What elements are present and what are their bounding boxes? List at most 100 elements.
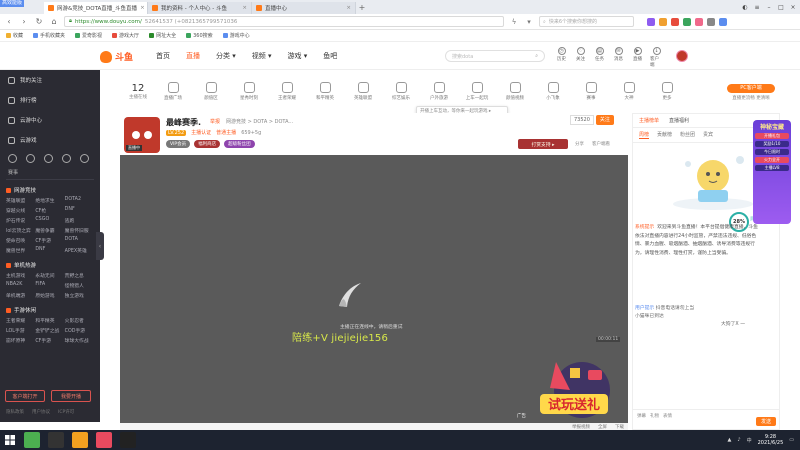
sidebar-link[interactable]: CSGO bbox=[35, 217, 64, 224]
tab-contribution[interactable]: 贡献榜 bbox=[657, 131, 672, 139]
sidebar-link[interactable]: DNF bbox=[65, 207, 94, 214]
extension-icon[interactable] bbox=[695, 17, 703, 26]
floating-promo[interactable]: 神秘宝藏 开播礼包 奖励1/10 今日限时 火力全开 主播LV8 bbox=[753, 120, 791, 224]
sidebar-link[interactable]: NBA2K bbox=[6, 282, 35, 289]
douyu-logo[interactable]: 斗鱼 bbox=[100, 50, 133, 63]
fan-club-tag[interactable]: 超级粉丝团 bbox=[224, 140, 255, 148]
category-item[interactable]: 直播广场 bbox=[156, 81, 190, 101]
shield-icon[interactable] bbox=[44, 154, 53, 163]
browser-app-icon[interactable] bbox=[24, 432, 40, 448]
tab-vip[interactable]: 贵宾 bbox=[703, 131, 713, 139]
network-icon[interactable]: ▲ bbox=[728, 437, 732, 443]
category-item[interactable]: 颜值区 bbox=[194, 81, 228, 101]
download-button[interactable]: 下载 bbox=[615, 424, 624, 430]
minimize-icon[interactable]: – bbox=[764, 2, 774, 12]
sidebar-link[interactable]: 崩坏原神 bbox=[6, 337, 35, 344]
category-item[interactable]: 综艺娱乐 bbox=[384, 81, 418, 101]
clock[interactable]: 9:28 2021/6/25 bbox=[758, 434, 784, 446]
sidebar-link[interactable]: DOTA2 bbox=[65, 197, 94, 204]
sidebar-link[interactable]: APEX英雄 bbox=[65, 247, 94, 254]
close-icon[interactable]: × bbox=[346, 5, 351, 11]
category-item[interactable]: 户外旅游 bbox=[422, 81, 456, 101]
trophy-icon[interactable] bbox=[8, 154, 17, 163]
pc-client-button[interactable]: PC客户端 bbox=[727, 84, 775, 93]
nav-live[interactable]: 直播 bbox=[186, 51, 200, 61]
sidebar-link[interactable]: 单机端游 bbox=[6, 292, 35, 299]
sidebar-link[interactable]: 独立游戏 bbox=[65, 292, 94, 299]
start-stream-button[interactable]: 我要开播 bbox=[51, 390, 91, 402]
sidebar-link[interactable]: 魔兽世界 bbox=[6, 247, 35, 254]
sidebar-link[interactable]: 英雄联盟 bbox=[6, 197, 35, 204]
tab-week[interactable]: 周榜 bbox=[639, 131, 650, 139]
sidebar-item-rank[interactable]: 排行榜 bbox=[0, 90, 100, 110]
category-item[interactable]: 星秀时刻 bbox=[232, 81, 266, 101]
sidebar-item-cloud-center[interactable]: 云游中心 bbox=[0, 110, 100, 130]
dropdown-icon[interactable]: ▾ bbox=[524, 17, 534, 27]
sidebar-link[interactable]: 火影忍者 bbox=[65, 317, 94, 324]
promo-row[interactable]: 今日限时 bbox=[755, 149, 789, 155]
download-icon[interactable]: ↓ 客户端 bbox=[650, 47, 663, 68]
home-icon[interactable]: ⌂ bbox=[49, 17, 59, 26]
gift-support-button[interactable]: 打赏支持 ▸ bbox=[518, 139, 568, 149]
esports-icon[interactable] bbox=[26, 154, 35, 163]
bookmark-item[interactable]: 网址大全 bbox=[149, 32, 176, 39]
follow-icon[interactable]: ♡ 关注 bbox=[574, 47, 587, 68]
ad-promo-banner[interactable]: 试玩送礼 bbox=[520, 350, 626, 420]
vip-tag[interactable]: VIP会员 bbox=[166, 140, 191, 148]
message-icon[interactable]: ✉ 消息 bbox=[612, 47, 625, 68]
sidebar-link[interactable]: FIFA bbox=[35, 282, 64, 289]
sidebar-link[interactable]: 逃跑 bbox=[65, 217, 94, 224]
client-watch-button[interactable]: 客户端看 bbox=[592, 141, 610, 147]
sword-icon[interactable] bbox=[80, 154, 89, 163]
room-category[interactable]: 网游竞技 > DOTA > DOTA... bbox=[226, 118, 293, 125]
bookmark-item[interactable]: 360搜索 bbox=[186, 32, 213, 39]
promo-row[interactable]: 开播礼包 bbox=[755, 133, 789, 139]
danmaku-button[interactable]: 弹幕 bbox=[637, 413, 646, 419]
douyu-app-icon[interactable] bbox=[72, 432, 88, 448]
maximize-icon[interactable]: □ bbox=[776, 2, 786, 12]
streamer-avatar[interactable]: 直播中 bbox=[124, 117, 160, 153]
sidebar-link[interactable]: 穿越火线 bbox=[6, 207, 35, 214]
bookmark-item[interactable]: 游戏中心 bbox=[222, 32, 250, 39]
back-icon[interactable]: ‹ bbox=[4, 17, 14, 26]
sidebar-link[interactable]: 王者荣耀 bbox=[6, 317, 35, 324]
nav-yuba[interactable]: 鱼吧 bbox=[323, 51, 337, 61]
menu-icon[interactable]: ≡ bbox=[752, 2, 762, 12]
sidebar-link[interactable]: 炉石传说 bbox=[6, 217, 35, 224]
tab-fans[interactable]: 粉丝团 bbox=[680, 131, 695, 139]
extension-icon[interactable] bbox=[707, 17, 715, 26]
send-button[interactable]: 发送 bbox=[755, 417, 776, 426]
sidebar-link[interactable]: COD手游 bbox=[65, 327, 94, 334]
site-search-input[interactable]: 搜索dota ⌕ bbox=[445, 50, 545, 62]
bookmark-item[interactable]: 手机收藏夹 bbox=[33, 32, 65, 39]
sidebar-link[interactable]: CF手游 bbox=[35, 337, 64, 344]
sidebar-link[interactable]: 荒野之息 bbox=[65, 272, 94, 279]
category-item[interactable]: 颜值视频 bbox=[498, 81, 532, 101]
nav-video[interactable]: 视频 ▾ bbox=[252, 51, 272, 61]
nav-home[interactable]: 首页 bbox=[156, 51, 170, 61]
music-app-icon[interactable] bbox=[96, 432, 112, 448]
category-item[interactable]: 大神 bbox=[612, 81, 646, 101]
extension-icon[interactable] bbox=[659, 17, 667, 26]
volume-icon[interactable]: ♪ bbox=[737, 437, 740, 443]
sidebar-collapse-handle[interactable]: ‹ bbox=[96, 232, 104, 260]
close-window-icon[interactable]: × bbox=[788, 2, 798, 12]
user-avatar[interactable] bbox=[676, 50, 688, 62]
search-icon[interactable]: ⌕ bbox=[535, 53, 538, 59]
sidebar-link[interactable]: 使命召唤 bbox=[6, 237, 35, 244]
sidebar-link[interactable]: lol云顶之弈 bbox=[6, 227, 35, 234]
video-player[interactable]: 主播正在连线中，请稍后重试 陪练+V jiejiejie156 00:00:11… bbox=[120, 155, 628, 423]
extension-icon[interactable] bbox=[647, 17, 655, 26]
sidebar-link[interactable]: 怪物猎人 bbox=[65, 282, 94, 289]
sidebar-link[interactable]: 永劫无间 bbox=[35, 272, 64, 279]
footer-link[interactable]: ICP许可 bbox=[58, 409, 74, 415]
footer-link[interactable]: 用户协议 bbox=[32, 409, 50, 415]
report-video-button[interactable]: 举报视频 bbox=[572, 424, 590, 430]
notification-icon[interactable]: ▭ bbox=[789, 437, 794, 443]
promo-row[interactable]: 火力全开 bbox=[755, 157, 789, 163]
dota-icon[interactable] bbox=[62, 154, 71, 163]
tab-live-welfare[interactable]: 直播福利 bbox=[669, 117, 689, 124]
browser-tab-2[interactable]: 直播中心 × bbox=[252, 2, 356, 14]
fullscreen-button[interactable]: 全屏 bbox=[598, 424, 607, 430]
footer-link[interactable]: 隐私政策 bbox=[6, 409, 24, 415]
